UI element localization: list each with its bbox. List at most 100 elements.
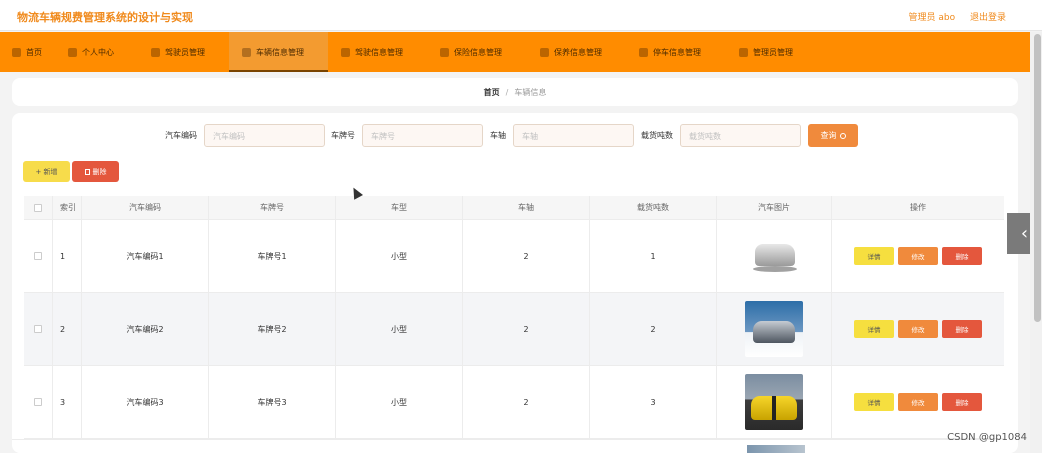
nav-item-driving[interactable]: 驾驶信息管理 — [328, 32, 427, 72]
search-form: 汽车编码 汽车编码 车牌号 车牌号 车轴 车轴 载货吨数 载货吨数 查询 — [12, 124, 1018, 147]
tonnage-label: 载货吨数 — [641, 131, 673, 140]
cell-index: 2 — [53, 293, 82, 365]
nav-label: 管理员管理 — [753, 47, 793, 57]
user-icon — [68, 47, 77, 57]
table-row: 3 汽车编码3 车牌号3 小型 2 3 详情 修改 删除 — [24, 366, 1004, 439]
vehicle-image[interactable] — [745, 228, 803, 284]
watermark: CSDN @gp1084 — [947, 432, 1027, 443]
nav-label: 停车信息管理 — [653, 47, 701, 57]
code-label: 汽车编码 — [165, 131, 197, 140]
top-bar: 物流车辆规费管理系统的设计与实现 管理员 abo 退出登录 — [0, 0, 1042, 31]
checkbox[interactable] — [34, 325, 42, 333]
bulk-delete-button[interactable]: 删除 — [72, 161, 119, 182]
cell-actions: 详情 修改 删除 — [832, 366, 1004, 438]
user-area: 管理员 abo 退出登录 — [897, 10, 1007, 23]
nav-item-insurance[interactable]: 保险信息管理 — [427, 32, 527, 72]
trash-icon — [84, 168, 90, 175]
table-row-partial — [12, 439, 992, 453]
delete-button[interactable]: 删除 — [942, 320, 982, 338]
plate-label: 车牌号 — [331, 131, 355, 140]
nav-item-admins[interactable]: 管理员管理 — [726, 32, 825, 72]
nav-label: 保险信息管理 — [454, 47, 502, 57]
user-label[interactable]: 管理员 abo — [909, 13, 956, 23]
plate-input[interactable]: 车牌号 — [362, 124, 483, 147]
main-nav: 首页 个人中心 驾驶员管理 车辆信息管理 驾驶信息管理 保险信息管理 保养信息管… — [0, 32, 1030, 72]
tonnage-input[interactable]: 载货吨数 — [680, 124, 801, 147]
nav-item-maintenance[interactable]: 保养信息管理 — [527, 32, 626, 72]
checkbox[interactable] — [34, 398, 42, 406]
cell-code: 汽车编码1 — [82, 220, 209, 292]
checkbox[interactable] — [34, 203, 42, 212]
cell-type: 小型 — [336, 366, 463, 438]
search-button[interactable]: 查询 — [808, 124, 858, 147]
nav-item-drivers[interactable]: 驾驶员管理 — [140, 32, 229, 72]
nav-item-vehicles[interactable]: 车辆信息管理 — [229, 32, 328, 72]
row-select[interactable] — [24, 220, 53, 292]
header-image: 汽车图片 — [717, 196, 832, 219]
cell-type: 小型 — [336, 293, 463, 365]
nav-label: 首页 — [26, 47, 42, 57]
app-title: 物流车辆规费管理系统的设计与实现 — [17, 11, 193, 24]
nav-label: 驾驶信息管理 — [355, 47, 403, 57]
detail-button[interactable]: 详情 — [854, 320, 894, 338]
header-code: 汽车编码 — [82, 196, 209, 219]
header-index: 索引 — [53, 196, 82, 219]
nav-item-home[interactable]: 首页 — [0, 32, 57, 72]
content-card: 汽车编码 汽车编码 车牌号 车牌号 车轴 车轴 载货吨数 载货吨数 查询 + 新… — [12, 113, 1018, 453]
cell-tonnage: 1 — [590, 220, 717, 292]
breadcrumb: 首页 / 车辆信息 — [12, 78, 1018, 106]
cell-plate: 车牌号1 — [209, 220, 336, 292]
header-actions: 操作 — [910, 203, 926, 212]
row-select[interactable] — [24, 366, 53, 438]
table-header: 索引 汽车编码 车牌号 车型 车轴 载货吨数 汽车图片 操作 — [24, 196, 1004, 220]
home-icon — [12, 47, 21, 57]
cell-axle: 2 — [463, 293, 590, 365]
delete-button[interactable]: 删除 — [942, 247, 982, 265]
cell-axle: 2 — [463, 366, 590, 438]
table-row: 1 汽车编码1 车牌号1 小型 2 1 详情 修改 删除 — [24, 220, 1004, 293]
edit-button[interactable]: 修改 — [898, 320, 938, 338]
edit-button[interactable]: 修改 — [898, 393, 938, 411]
add-button[interactable]: + 新增 — [23, 161, 70, 182]
cell-image — [717, 220, 832, 292]
cell-image — [717, 293, 832, 365]
logout-link[interactable]: 退出登录 — [970, 13, 1006, 23]
cell-plate: 车牌号3 — [209, 366, 336, 438]
search-button-label: 查询 — [820, 131, 837, 140]
nav-label: 个人中心 — [82, 47, 114, 57]
detail-button[interactable]: 详情 — [854, 247, 894, 265]
breadcrumb-home[interactable]: 首页 — [484, 87, 500, 98]
cell-tonnage: 2 — [590, 293, 717, 365]
vehicle-image[interactable] — [745, 374, 803, 430]
cell-tonnage: 3 — [590, 366, 717, 438]
nav-label: 车辆信息管理 — [256, 47, 304, 57]
cell-axle: 2 — [463, 220, 590, 292]
vehicle-image — [747, 445, 805, 453]
edit-button[interactable]: 修改 — [898, 247, 938, 265]
chart-icon — [151, 47, 160, 57]
header-type: 车型 — [336, 196, 463, 219]
vehicle-table: 索引 汽车编码 车牌号 车型 车轴 载货吨数 汽车图片 操作 1 汽车编码1 车… — [24, 196, 1004, 439]
nav-item-profile[interactable]: 个人中心 — [57, 32, 140, 72]
chevron-left-icon: ‹ — [1020, 223, 1029, 244]
cell-code: 汽车编码3 — [82, 366, 209, 438]
vehicle-image[interactable] — [745, 301, 803, 357]
row-select[interactable] — [24, 293, 53, 365]
cell-index: 1 — [53, 220, 82, 292]
shield-icon — [440, 47, 449, 57]
nav-item-parking[interactable]: 停车信息管理 — [626, 32, 726, 72]
header-select-all[interactable] — [24, 196, 53, 219]
delete-button[interactable]: 删除 — [942, 393, 982, 411]
checkbox[interactable] — [34, 252, 42, 260]
code-input[interactable]: 汽车编码 — [204, 124, 325, 147]
detail-button[interactable]: 详情 — [854, 393, 894, 411]
scrollbar-thumb[interactable] — [1034, 34, 1041, 322]
cell-type: 小型 — [336, 220, 463, 292]
document-icon — [341, 47, 350, 57]
cell-image — [717, 366, 832, 438]
axle-label: 车轴 — [490, 131, 506, 140]
breadcrumb-current: 车辆信息 — [514, 87, 547, 97]
axle-input[interactable]: 车轴 — [513, 124, 634, 147]
header-axle: 车轴 — [463, 196, 590, 219]
nav-label: 驾驶员管理 — [165, 47, 205, 57]
